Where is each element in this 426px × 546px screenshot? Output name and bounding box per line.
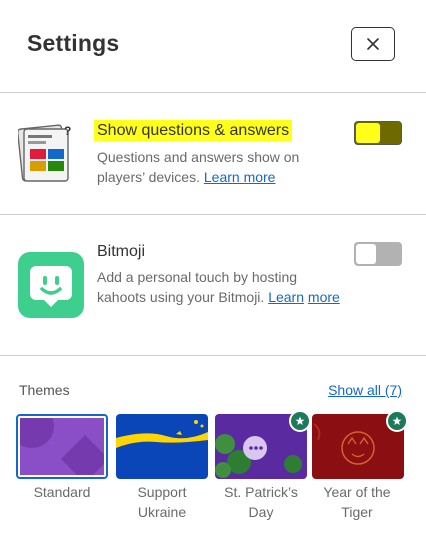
toggle-knob bbox=[356, 244, 376, 264]
star-icon bbox=[392, 416, 402, 425]
learn-more-link[interactable]: Learn more bbox=[204, 169, 276, 185]
theme-support-ukraine[interactable] bbox=[116, 414, 208, 479]
setting-show-questions: ? Show questions & answers Questions and… bbox=[0, 93, 426, 215]
setting-bitmoji: Bitmoji Add a personal touch by hosting … bbox=[0, 215, 426, 356]
theme-standard-thumbnail bbox=[20, 418, 104, 475]
bitmoji-toggle[interactable] bbox=[354, 242, 402, 266]
themes-label: Themes bbox=[19, 382, 70, 398]
theme-st-patricks-day[interactable] bbox=[215, 410, 311, 479]
theme-standard[interactable] bbox=[16, 414, 108, 479]
theme-label-standard: Standard bbox=[33, 484, 91, 500]
premium-star-badge bbox=[289, 410, 311, 432]
settings-header: Settings bbox=[0, 0, 426, 93]
page-title: Settings bbox=[27, 30, 120, 56]
bitmoji-icon bbox=[18, 252, 84, 318]
theme-label-st-patricks: St. Patrick’s Day bbox=[224, 484, 298, 520]
premium-star-badge bbox=[386, 410, 408, 432]
setting-desc-bitmoji: Add a personal touch by hosting kahoots … bbox=[97, 269, 340, 305]
theme-year-of-the-tiger[interactable] bbox=[312, 410, 408, 479]
close-button[interactable] bbox=[351, 27, 395, 61]
learn-more-link-bitmoji-2[interactable]: more bbox=[308, 289, 340, 305]
svg-text:?: ? bbox=[64, 124, 71, 138]
theme-ukraine-thumbnail bbox=[116, 414, 208, 479]
theme-label-year-of-tiger: Year of the Tiger bbox=[323, 484, 391, 520]
questions-answers-icon: ? bbox=[18, 124, 71, 182]
learn-more-link-bitmoji[interactable]: Learn bbox=[268, 289, 304, 305]
star-icon bbox=[295, 416, 305, 425]
show-questions-toggle[interactable] bbox=[354, 121, 402, 145]
show-all-themes-link[interactable]: Show all (7) bbox=[328, 382, 402, 398]
toggle-knob bbox=[356, 123, 380, 143]
setting-title-questions: Show questions & answers bbox=[94, 120, 293, 141]
setting-title-bitmoji: Bitmoji bbox=[97, 243, 146, 260]
close-icon bbox=[367, 38, 379, 50]
theme-label-support-ukraine: Support Ukraine bbox=[137, 484, 187, 520]
setting-desc-questions: Questions and answers show on players’ d… bbox=[97, 149, 300, 185]
